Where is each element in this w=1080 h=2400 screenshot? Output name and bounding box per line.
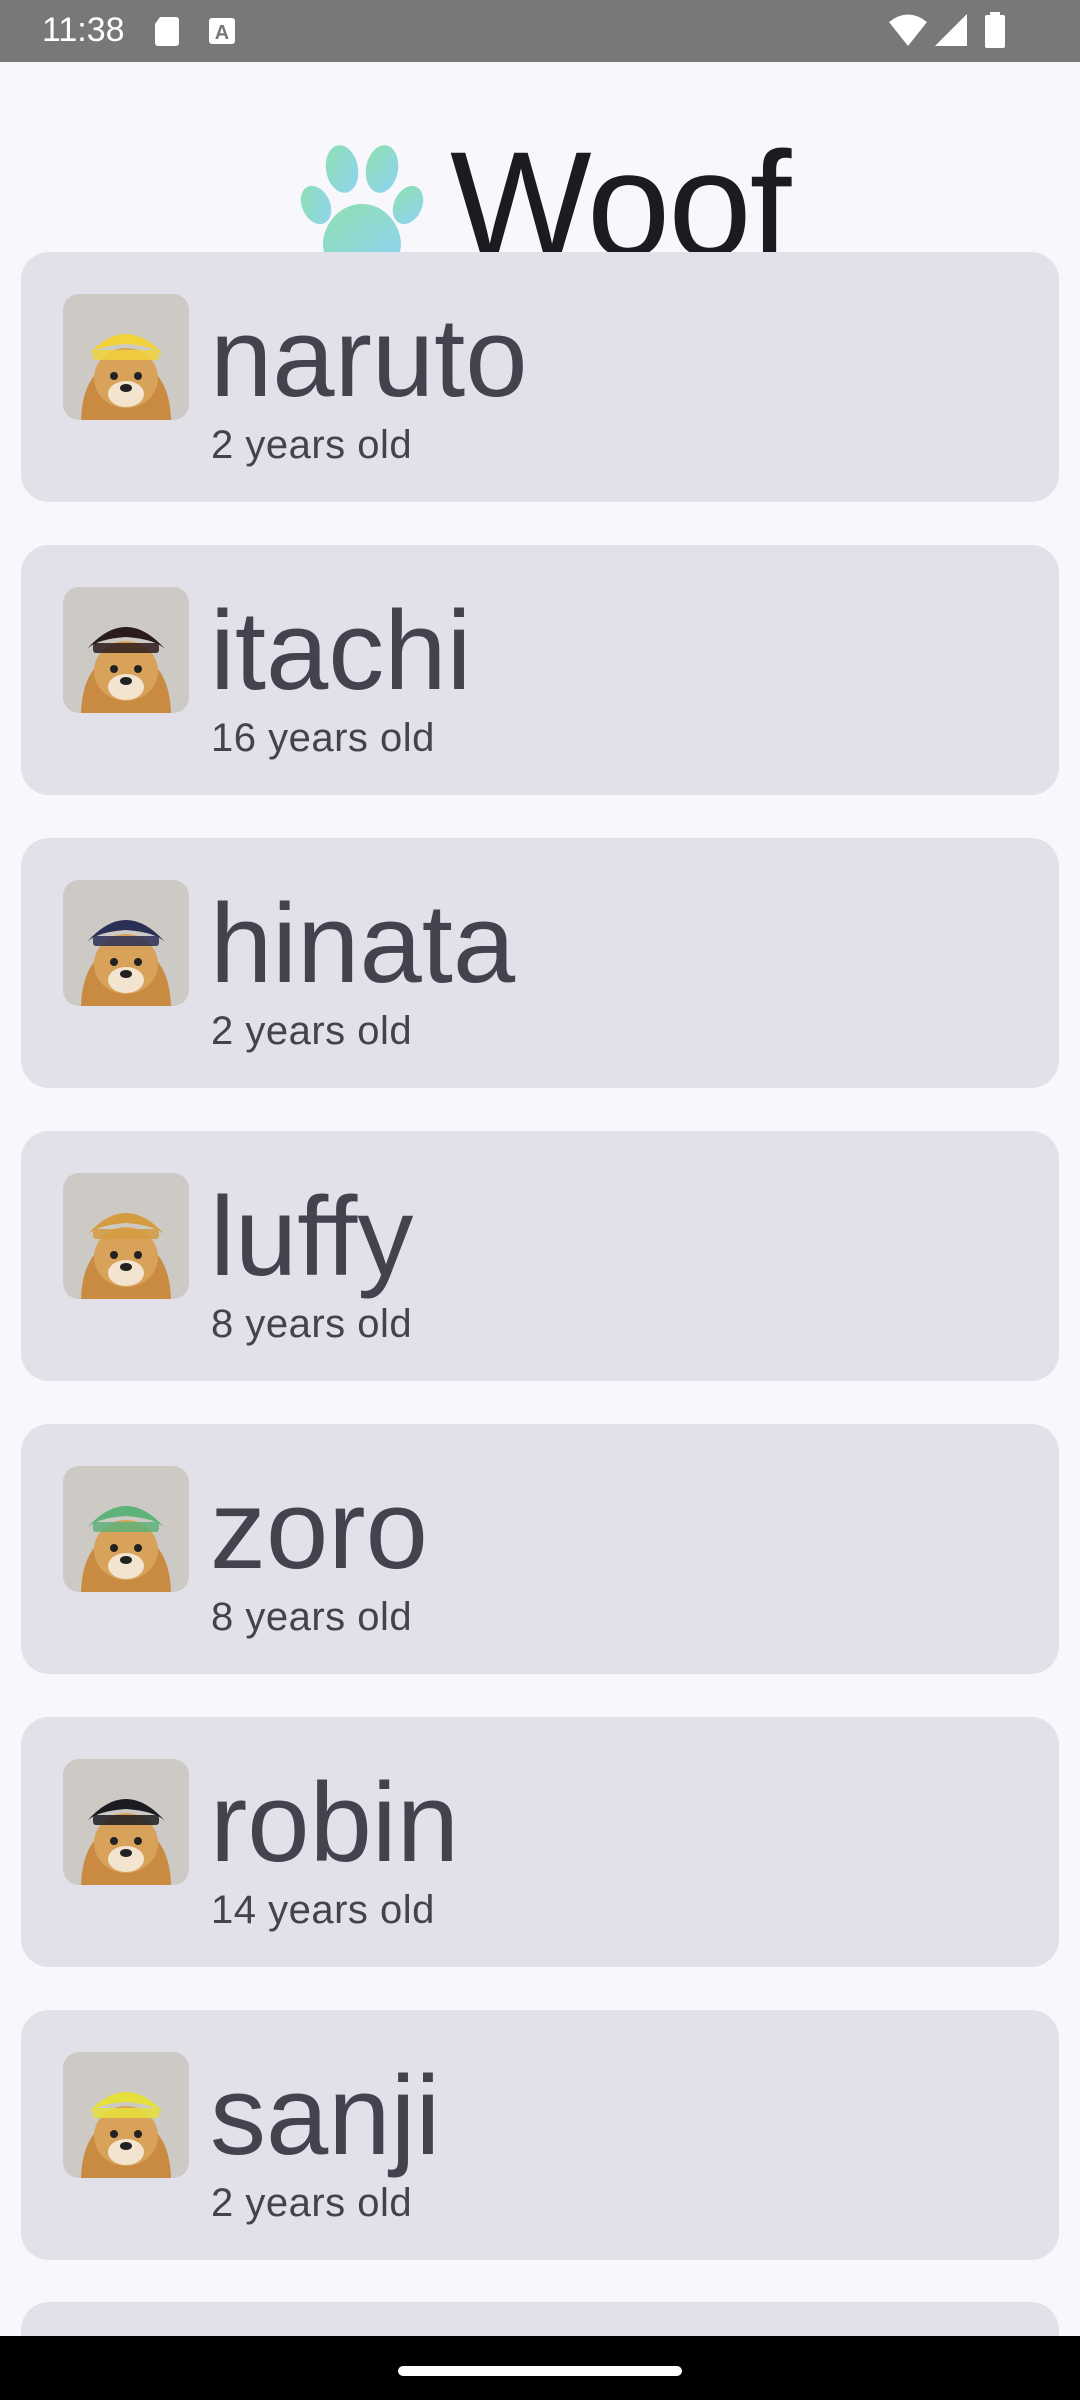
dog-age: 2 years old: [211, 423, 413, 467]
dog-avatar: [63, 880, 189, 1006]
dog-age: 14 years old: [211, 1888, 435, 1932]
dog-card[interactable]: itachi 16 years old: [21, 545, 1059, 795]
dog-card[interactable]: robin 14 years old: [21, 1717, 1059, 1967]
dog-avatar: [63, 1759, 189, 1885]
dog-name: robin: [210, 1760, 460, 1885]
svg-text:A: A: [215, 22, 229, 44]
dog-age: 8 years old: [211, 1595, 413, 1639]
dog-card[interactable]: luffy 8 years old: [21, 1131, 1059, 1381]
dog-age: 8 years old: [211, 1302, 413, 1346]
dog-name: naruto: [210, 295, 528, 420]
dog-age: 16 years old: [211, 716, 435, 760]
dog-name: zoro: [210, 1467, 428, 1592]
dog-avatar: [63, 587, 189, 713]
dog-avatar: [63, 2052, 189, 2178]
wifi-icon: [888, 13, 928, 52]
status-time: 11:38: [42, 11, 125, 49]
battery-icon: [984, 12, 1006, 53]
dog-avatar: [63, 1466, 189, 1592]
dog-age: 2 years old: [211, 1009, 413, 1053]
dog-age: 2 years old: [211, 2181, 413, 2225]
home-handle[interactable]: [398, 2366, 682, 2376]
dog-avatar: [63, 1173, 189, 1299]
dog-card[interactable]: naruto 2 years old: [21, 252, 1059, 502]
sd-card-icon: [152, 16, 182, 51]
a-notification-icon: A: [207, 16, 237, 51]
top-app-bar: Woof: [0, 62, 1080, 284]
signal-icon: [934, 13, 968, 52]
dog-name: sanji: [210, 2053, 441, 2178]
dog-name: luffy: [210, 1174, 414, 1299]
dog-name: hinata: [210, 881, 516, 1006]
dog-name: itachi: [210, 588, 472, 713]
dog-card[interactable]: zoro 8 years old: [21, 1424, 1059, 1674]
status-bar: 11:38 A: [0, 0, 1080, 62]
dog-card[interactable]: hinata 2 years old: [21, 838, 1059, 1088]
navigation-bar: [0, 2336, 1080, 2400]
dog-card[interactable]: sanji 2 years old: [21, 2010, 1059, 2260]
dog-avatar: [63, 294, 189, 420]
